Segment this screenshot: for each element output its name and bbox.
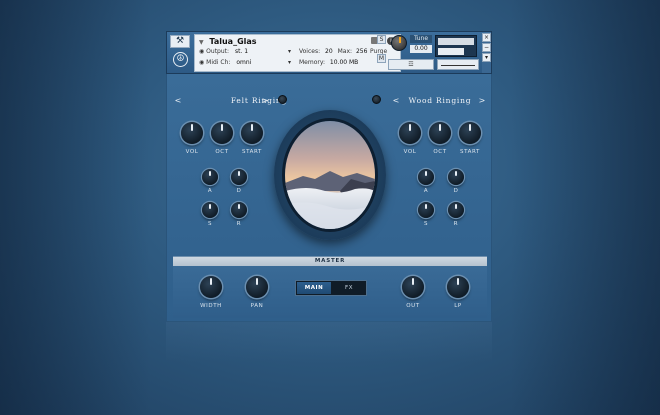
tab-fx[interactable]: FX [332,282,366,294]
left-start-knob[interactable] [241,122,263,144]
right-release-label: R [453,221,459,227]
expand-button[interactable]: ▾ [482,53,491,62]
left-next-preset-button[interactable]: > [260,95,270,107]
output-value[interactable]: st. 1 [235,48,248,55]
left-sustain-knob[interactable] [202,202,218,218]
master-title: MASTER [173,257,487,266]
right-sustain-knob[interactable] [418,202,434,218]
collapse-icon[interactable]: ▼ [199,39,204,46]
right-screw-icon [372,95,381,104]
tune-knob[interactable] [391,35,407,51]
left-release-knob[interactable] [231,202,247,218]
output-dropdown-icon[interactable]: ▾ [288,48,291,55]
width-knob[interactable] [200,276,222,298]
aux-icon: ☲ [408,61,414,68]
instrument-logo-icon: ☮ [173,52,188,67]
midi-row[interactable]: ◉ Midi Ch: omni [199,59,251,66]
right-release-knob[interactable] [448,202,464,218]
meter-left-bar [438,38,474,45]
left-decay-knob[interactable] [231,169,247,185]
midi-label: Midi Ch: [206,59,231,66]
right-decay-knob[interactable] [448,169,464,185]
master-tab-switch: MAIN FX [295,280,367,296]
right-start-knob[interactable] [459,122,481,144]
left-start-label: START [242,149,262,155]
voices-value: 20 [325,48,333,55]
midi-value[interactable]: omni [236,59,251,66]
memory-value: 10.00 MB [329,59,359,66]
background-vignette-right [510,0,660,415]
midi-dropdown-icon[interactable]: ▾ [288,59,291,66]
output-label: Output: [206,48,230,55]
master-section: MASTER WIDTH PAN MAIN FX OUT LP [173,256,487,318]
tune-value[interactable]: 0.00 [410,45,432,53]
pan-label: PAN [250,303,264,309]
header-logo-group: ⚒ ☮ [170,35,190,71]
tune-label: Tune [410,35,432,43]
volume-slider[interactable] [437,59,479,70]
left-prev-preset-button[interactable]: < [173,95,183,107]
voices-label: Voices: [299,48,321,55]
meter-right-bar [438,48,464,55]
out-knob[interactable] [402,276,424,298]
left-vol-knob[interactable] [181,122,203,144]
output-icon: ◉ [199,48,205,55]
left-oct-knob[interactable] [211,122,233,144]
midi-icon: ◉ [199,59,205,66]
solo-button[interactable]: S [377,35,386,44]
memory-label: Memory: [299,59,325,66]
max-label: Max: [337,48,353,55]
close-button[interactable]: × [482,33,491,42]
right-attack-knob[interactable] [418,169,434,185]
voices-row: Voices: 20 Max: 256 [299,48,367,55]
pan-knob[interactable] [246,276,268,298]
left-attack-knob[interactable] [202,169,218,185]
instrument-name[interactable]: Talua_Glas [209,37,256,46]
left-release-label: R [236,221,242,227]
memory-row: Memory: 10.00 MB [299,59,358,66]
background-vignette-left [0,0,150,415]
right-decay-label: D [453,188,459,194]
left-screw-icon [278,95,287,104]
output-row[interactable]: ◉ Output: st. 1 [199,48,248,55]
instrument-info-box: ▼ Talua_Glas ◉ Output: st. 1 ◉ Midi Ch: … [194,34,401,78]
wrench-icon[interactable]: ⚒ [170,35,190,48]
width-label: WIDTH [200,303,222,309]
lp-knob[interactable] [447,276,469,298]
lp-label: LP [454,303,462,309]
right-preset-name[interactable]: Wood Ringing [399,95,481,107]
output-meter [435,35,477,57]
out-label: OUT [406,303,420,309]
instrument-header: ⚒ ☮ ▼ Talua_Glas ◉ Output: st. 1 ◉ Midi … [166,31,492,78]
sunset-clouds-illustration [285,121,375,229]
left-preset-name[interactable]: Felt Ringing [209,95,309,107]
landscape-image [282,118,378,232]
panel-reflection [166,322,492,362]
window-controls: × − ▾ [482,33,491,73]
right-vol-knob[interactable] [399,122,421,144]
right-next-preset-button[interactable]: > [477,95,487,107]
max-voices-value[interactable]: 256 [356,48,367,55]
right-start-label: START [460,149,480,155]
tab-main[interactable]: MAIN [297,282,331,294]
left-decay-label: D [236,188,242,194]
aux-button[interactable]: ☲ [388,59,434,70]
right-oct-knob[interactable] [429,122,451,144]
minimize-button[interactable]: − [482,43,491,52]
porthole-frame [274,110,386,240]
instrument-panel: < Felt Ringing > < Wood Ringing > VOL OC… [166,74,492,321]
mute-button[interactable]: M [377,54,386,63]
